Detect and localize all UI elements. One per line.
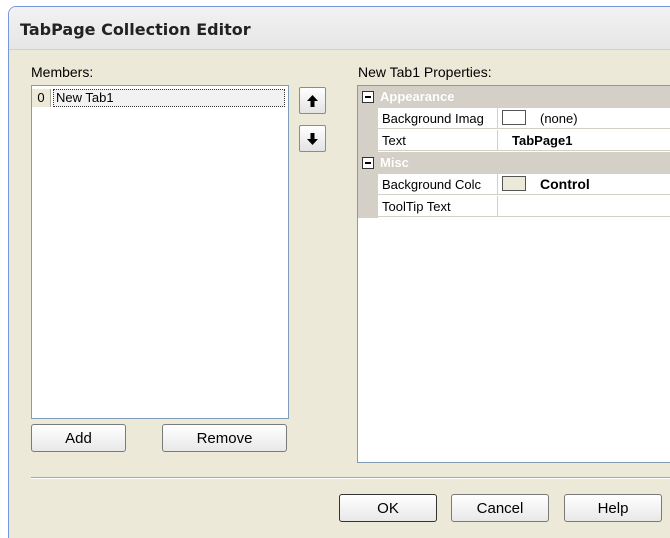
category-label: Appearance [380, 89, 455, 104]
color-swatch [502, 176, 526, 191]
dialog-title: TabPage Collection Editor [20, 20, 251, 39]
collapse-icon[interactable] [362, 157, 374, 169]
arrow-up-icon [307, 94, 318, 107]
property-name: Text [378, 130, 498, 151]
property-name: Background Colc [378, 174, 498, 195]
remove-button[interactable]: Remove [162, 424, 287, 452]
properties-label: New Tab1 Properties: [358, 64, 492, 80]
title-bar[interactable]: TabPage Collection Editor [9, 7, 670, 50]
move-down-button[interactable] [299, 125, 326, 152]
row-gutter [358, 196, 378, 218]
category-appearance[interactable]: Appearance [358, 86, 670, 108]
move-up-button[interactable] [299, 87, 326, 114]
row-gutter [358, 108, 378, 130]
property-value[interactable]: Control [498, 174, 670, 195]
members-label: Members: [31, 64, 94, 80]
property-row-background-image[interactable]: Background Imag (none) [358, 108, 670, 130]
row-gutter [358, 130, 378, 152]
members-list[interactable]: 0 New Tab1 [31, 85, 289, 419]
arrow-down-icon [307, 132, 318, 145]
property-grid[interactable]: Appearance Background Imag (none) Text T… [357, 85, 670, 463]
footer-separator [31, 477, 670, 479]
property-name: Background Imag [378, 108, 498, 129]
row-gutter [358, 174, 378, 196]
property-row-tooltip-text[interactable]: ToolTip Text [358, 196, 670, 218]
add-button[interactable]: Add [31, 424, 126, 452]
property-value-text: Control [540, 176, 590, 192]
list-item-label[interactable]: New Tab1 [53, 89, 285, 107]
property-row-text[interactable]: Text TabPage1 [358, 130, 670, 152]
property-value[interactable]: TabPage1 [498, 130, 670, 151]
property-value[interactable] [498, 196, 670, 217]
property-value-text: (none) [540, 111, 578, 126]
ok-button[interactable]: OK [339, 494, 437, 522]
property-name: ToolTip Text [378, 196, 498, 217]
category-misc[interactable]: Misc [358, 152, 670, 174]
help-button[interactable]: Help [564, 494, 662, 522]
property-row-background-color[interactable]: Background Colc Control [358, 174, 670, 196]
image-swatch [502, 110, 526, 125]
collapse-icon[interactable] [362, 91, 374, 103]
list-item[interactable]: 0 New Tab1 [32, 89, 285, 107]
cancel-button[interactable]: Cancel [451, 494, 549, 522]
property-value[interactable]: (none) [498, 108, 670, 129]
list-item-index: 0 [32, 89, 51, 107]
collection-editor-dialog: TabPage Collection Editor Members: 0 New… [8, 6, 670, 538]
category-label: Misc [380, 155, 409, 170]
